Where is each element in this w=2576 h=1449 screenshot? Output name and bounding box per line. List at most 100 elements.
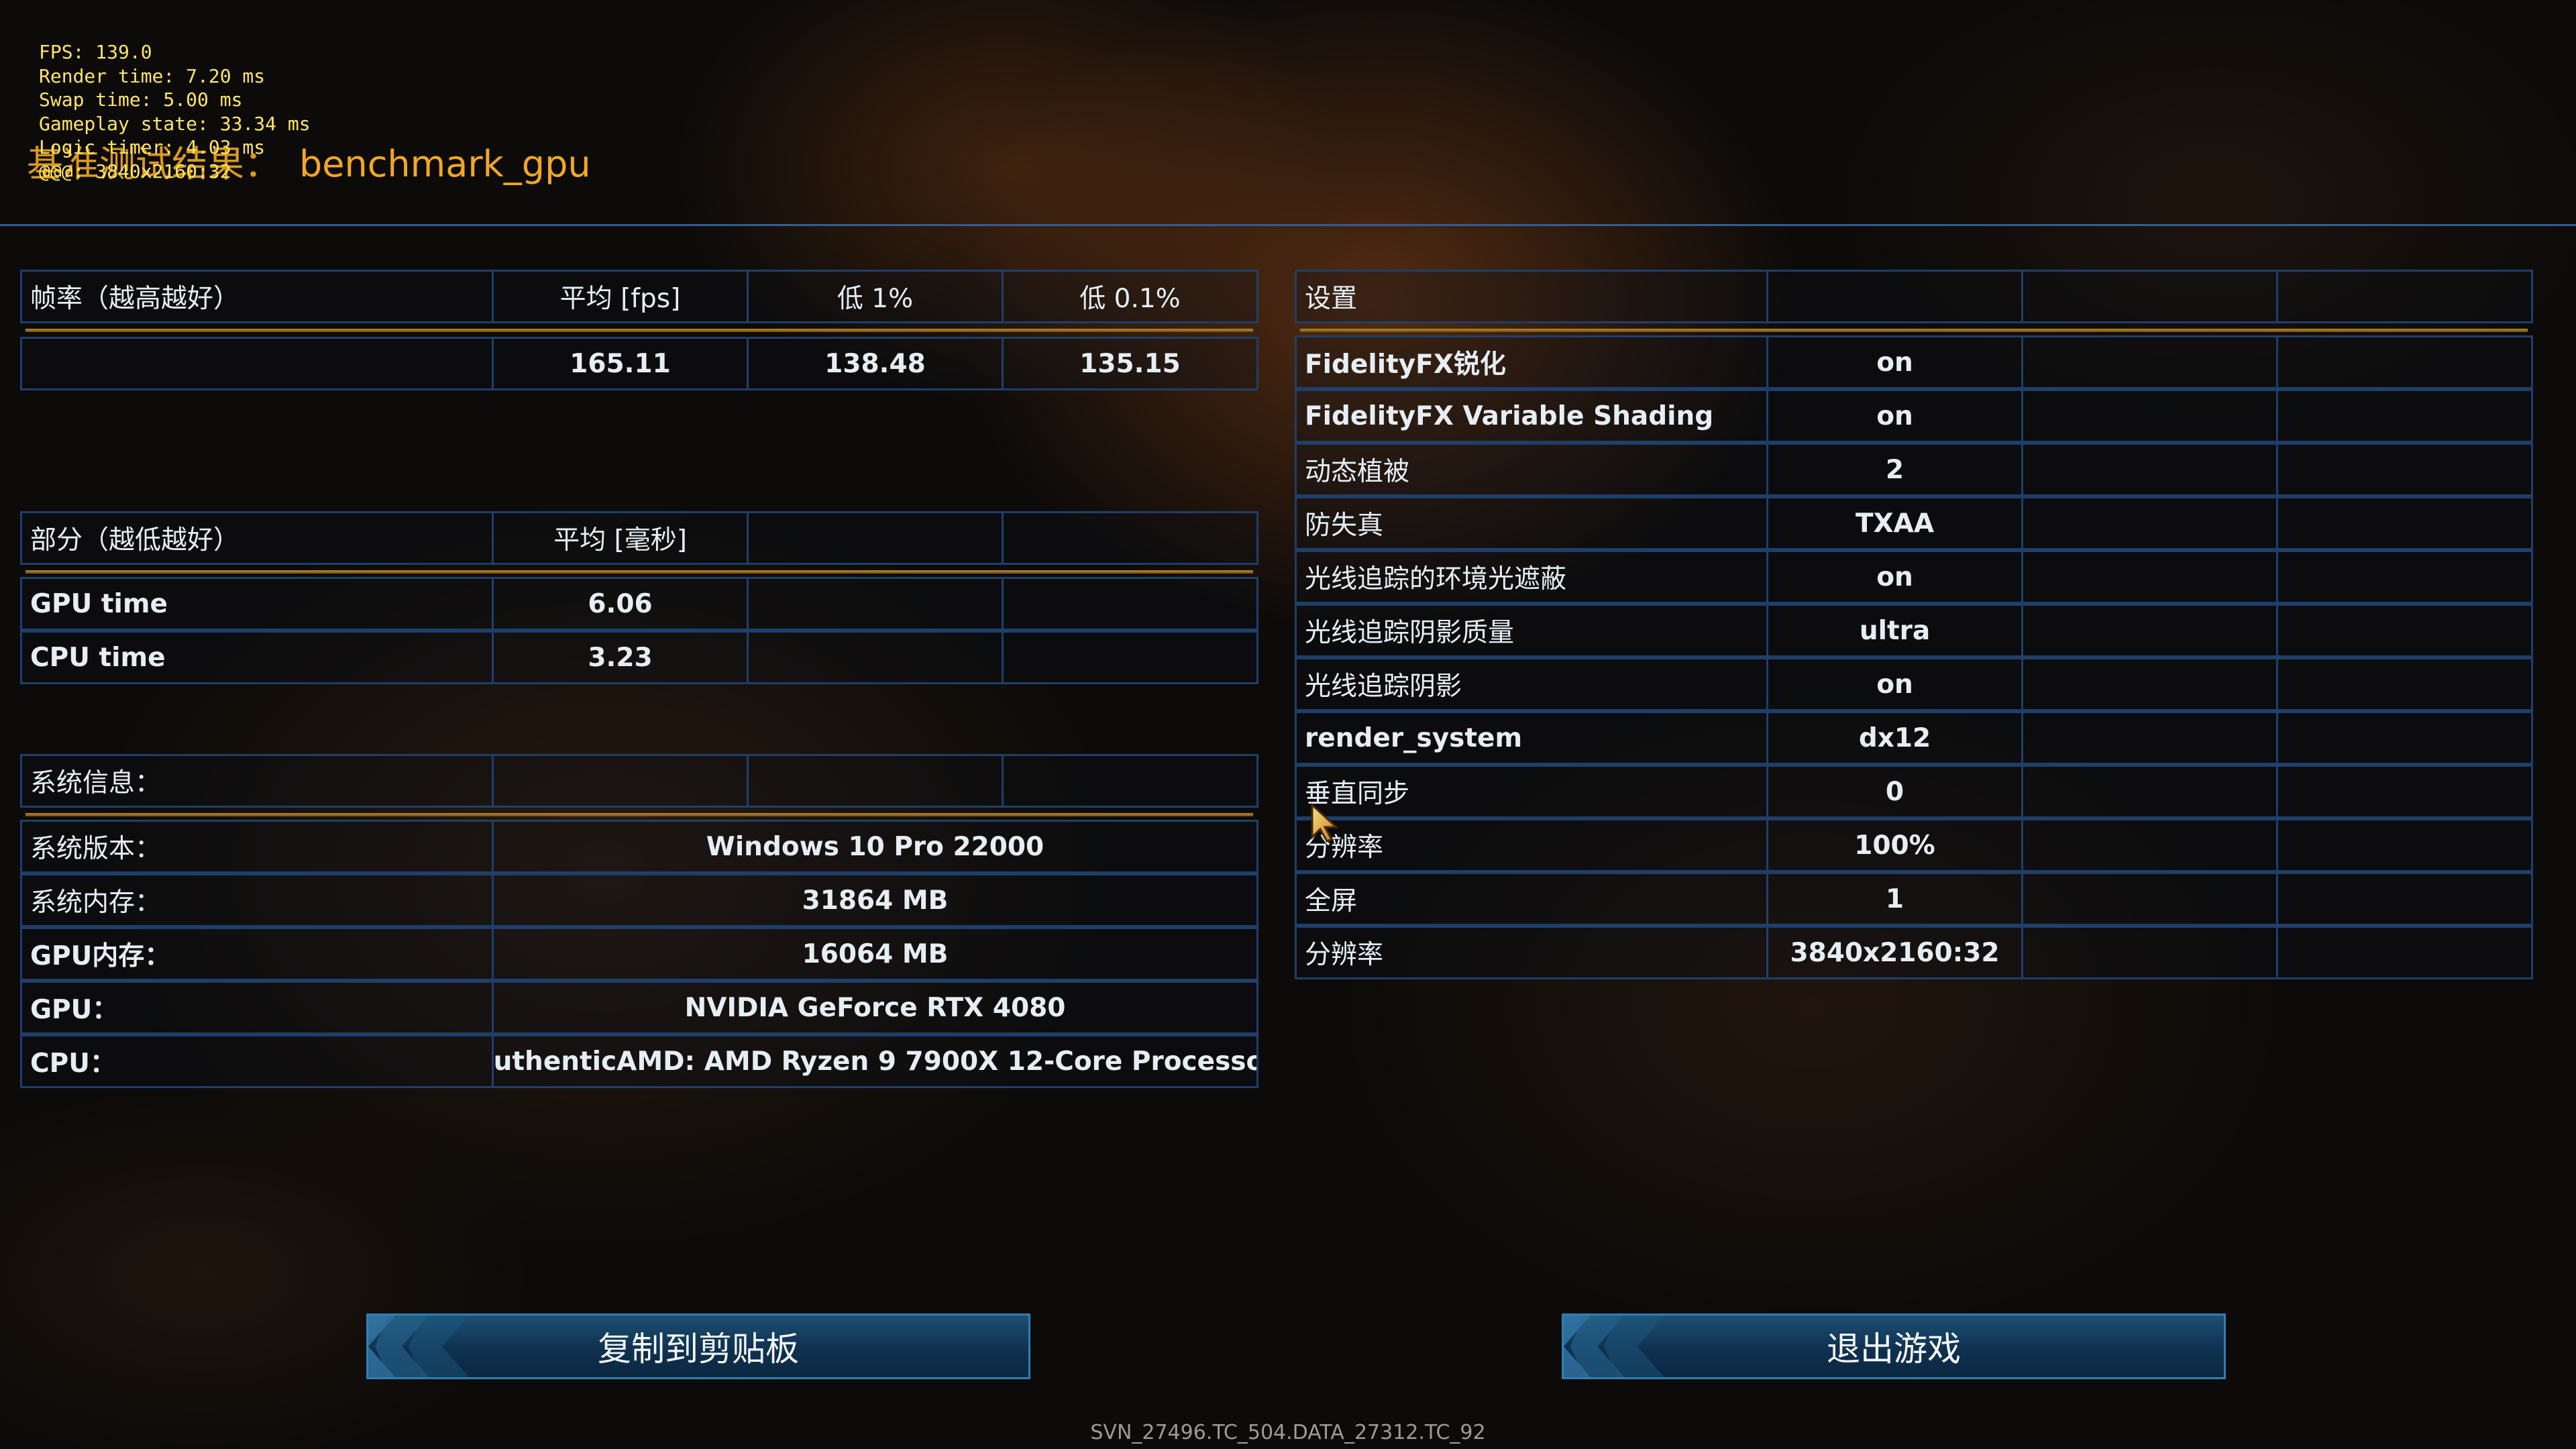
- cpu-value: AuthenticAMD: AMD Ryzen 9 7900X 12-Core …: [492, 1034, 1258, 1088]
- empty-cell: [747, 631, 1004, 684]
- gpu-memory-label: GPU内存：: [20, 927, 494, 981]
- settings-header-label: 设置: [1295, 270, 1768, 323]
- empty-cell: [747, 754, 1004, 808]
- gpu-memory-value: 16064 MB: [492, 927, 1258, 981]
- setting-label: 光线追踪的环境光遮蔽: [1295, 550, 1768, 604]
- empty-cell: [2021, 443, 2278, 496]
- fps-header-low1: 低 1%: [747, 270, 1004, 323]
- setting-value: 2: [1766, 443, 2023, 496]
- empty-cell: [1002, 631, 1258, 684]
- empty-cell: [2021, 818, 2278, 872]
- fps-low01-value: 135.15: [1002, 337, 1258, 390]
- setting-value: 0: [1766, 765, 2023, 818]
- sysinfo-table-gold-divider: [25, 813, 1253, 816]
- gameplay-state-readout: Gameplay state: 33.34 ms: [39, 112, 311, 135]
- empty-cell: [747, 577, 1004, 631]
- setting-label: render_system: [1295, 711, 1768, 765]
- setting-value: on: [1766, 657, 2023, 711]
- setting-label: FidelityFX锐化: [1295, 335, 1768, 389]
- empty-cell: [2021, 604, 2278, 657]
- table-row: 全屏 1: [1295, 872, 2533, 926]
- setting-label: 垂直同步: [1295, 765, 1768, 818]
- empty-cell: [2021, 765, 2278, 818]
- setting-label: FidelityFX Variable Shading: [1295, 389, 1768, 443]
- setting-value: TXAA: [1766, 496, 2023, 550]
- setting-label: 动态植被: [1295, 443, 1768, 496]
- table-row: GPU内存： 16064 MB: [20, 927, 1258, 981]
- gpu-value: NVIDIA GeForce RTX 4080: [492, 981, 1258, 1034]
- button-chevron-icon: [368, 1316, 469, 1377]
- empty-cell: [2021, 270, 2278, 323]
- settings-table-gold-divider: [1300, 329, 2528, 332]
- button-chevron-icon: [1564, 1316, 1664, 1377]
- table-row: 防失真 TXAA: [1295, 496, 2533, 550]
- swap-time-readout: Swap time: 5.00 ms: [39, 89, 243, 111]
- setting-label: 光线追踪阴影: [1295, 657, 1768, 711]
- table-row: 系统版本： Windows 10 Pro 22000: [20, 820, 1258, 873]
- empty-cell: [2276, 443, 2533, 496]
- copy-to-clipboard-button[interactable]: 复制到剪贴板: [366, 1313, 1030, 1379]
- table-row: GPU： NVIDIA GeForce RTX 4080: [20, 981, 1258, 1034]
- fps-readout: FPS: 139.0: [39, 41, 152, 63]
- empty-cell: [2021, 496, 2278, 550]
- empty-cell: [2276, 657, 2533, 711]
- empty-cell: [2276, 818, 2533, 872]
- parts-header-col4: [1002, 511, 1258, 565]
- debug-overlay: FPS: 139.0 Render time: 7.20 ms Swap tim…: [39, 40, 311, 183]
- exit-button-label: 退出游戏: [1827, 1330, 1961, 1368]
- table-row: GPU time 6.06: [20, 577, 1258, 631]
- logic-timer-readout: Logic timer: 4.03 ms: [39, 136, 266, 158]
- table-row: 光线追踪阴影质量 ultra: [1295, 604, 2533, 657]
- setting-label: 全屏: [1295, 872, 1768, 926]
- sysinfo-header-label: 系统信息：: [20, 754, 494, 808]
- os-version-label: 系统版本：: [20, 820, 494, 873]
- empty-cell: [2021, 550, 2278, 604]
- parts-header-label: 部分（越低越好）: [20, 511, 494, 565]
- setting-value: 3840x2160:32: [1766, 926, 2023, 979]
- settings-table: 设置 FidelityFX锐化 on FidelityFX Variable Sha…: [1295, 270, 2533, 979]
- gpu-time-value: 6.06: [492, 577, 749, 631]
- mouse-cursor-icon: [1311, 802, 1339, 843]
- empty-cell: [2276, 872, 2533, 926]
- empty-cell: [2276, 496, 2533, 550]
- empty-cell: [2021, 926, 2278, 979]
- setting-value: dx12: [1766, 711, 2023, 765]
- parts-table-header: 部分（越低越好） 平均 [毫秒]: [20, 511, 1258, 565]
- setting-label: 防失真: [1295, 496, 1768, 550]
- empty-cell: [2276, 335, 2533, 389]
- empty-cell: [2021, 335, 2278, 389]
- empty-cell: [2276, 926, 2533, 979]
- benchmark-name: benchmark_gpu: [299, 143, 591, 185]
- setting-label: 分辨率: [1295, 926, 1768, 979]
- fps-table: 帧率（越高越好） 平均 [fps] 低 1% 低 0.1% 165.11 138…: [20, 270, 1258, 390]
- empty-cell: [1002, 577, 1258, 631]
- empty-cell: [492, 754, 749, 808]
- setting-value: 100%: [1766, 818, 2023, 872]
- parts-table-gold-divider: [25, 570, 1253, 574]
- empty-cell: [2276, 270, 2533, 323]
- table-row: 分辨率 3840x2160:32: [1295, 926, 2533, 979]
- fps-header-avg: 平均 [fps]: [492, 270, 749, 323]
- render-time-readout: Render time: 7.20 ms: [39, 64, 266, 87]
- os-version-value: Windows 10 Pro 22000: [492, 820, 1258, 873]
- table-row: CPU time 3.23: [20, 631, 1258, 684]
- empty-cell: [2276, 550, 2533, 604]
- setting-label: 分辨率: [1295, 818, 1768, 872]
- gpu-label: GPU：: [20, 981, 494, 1034]
- exit-game-button[interactable]: 退出游戏: [1562, 1313, 2226, 1379]
- fps-low1-value: 138.48: [747, 337, 1004, 390]
- setting-label: 光线追踪阴影质量: [1295, 604, 1768, 657]
- gpu-time-label: GPU time: [20, 577, 494, 631]
- empty-cell: [2021, 389, 2278, 443]
- table-row: 垂直同步 0: [1295, 765, 2533, 818]
- empty-cell: [2276, 711, 2533, 765]
- cpu-time-value: 3.23: [492, 631, 749, 684]
- fps-avg-value: 165.11: [492, 337, 749, 390]
- system-memory-value: 31864 MB: [492, 873, 1258, 927]
- table-row: 光线追踪的环境光遮蔽 on: [1295, 550, 2533, 604]
- setting-value: ultra: [1766, 604, 2023, 657]
- empty-cell: [2276, 765, 2533, 818]
- fps-header-low01: 低 0.1%: [1002, 270, 1258, 323]
- build-version: SVN_27496.TC_504.DATA_27312.TC_92: [1090, 1421, 1486, 1444]
- table-row: FidelityFX Variable Shading on: [1295, 389, 2533, 443]
